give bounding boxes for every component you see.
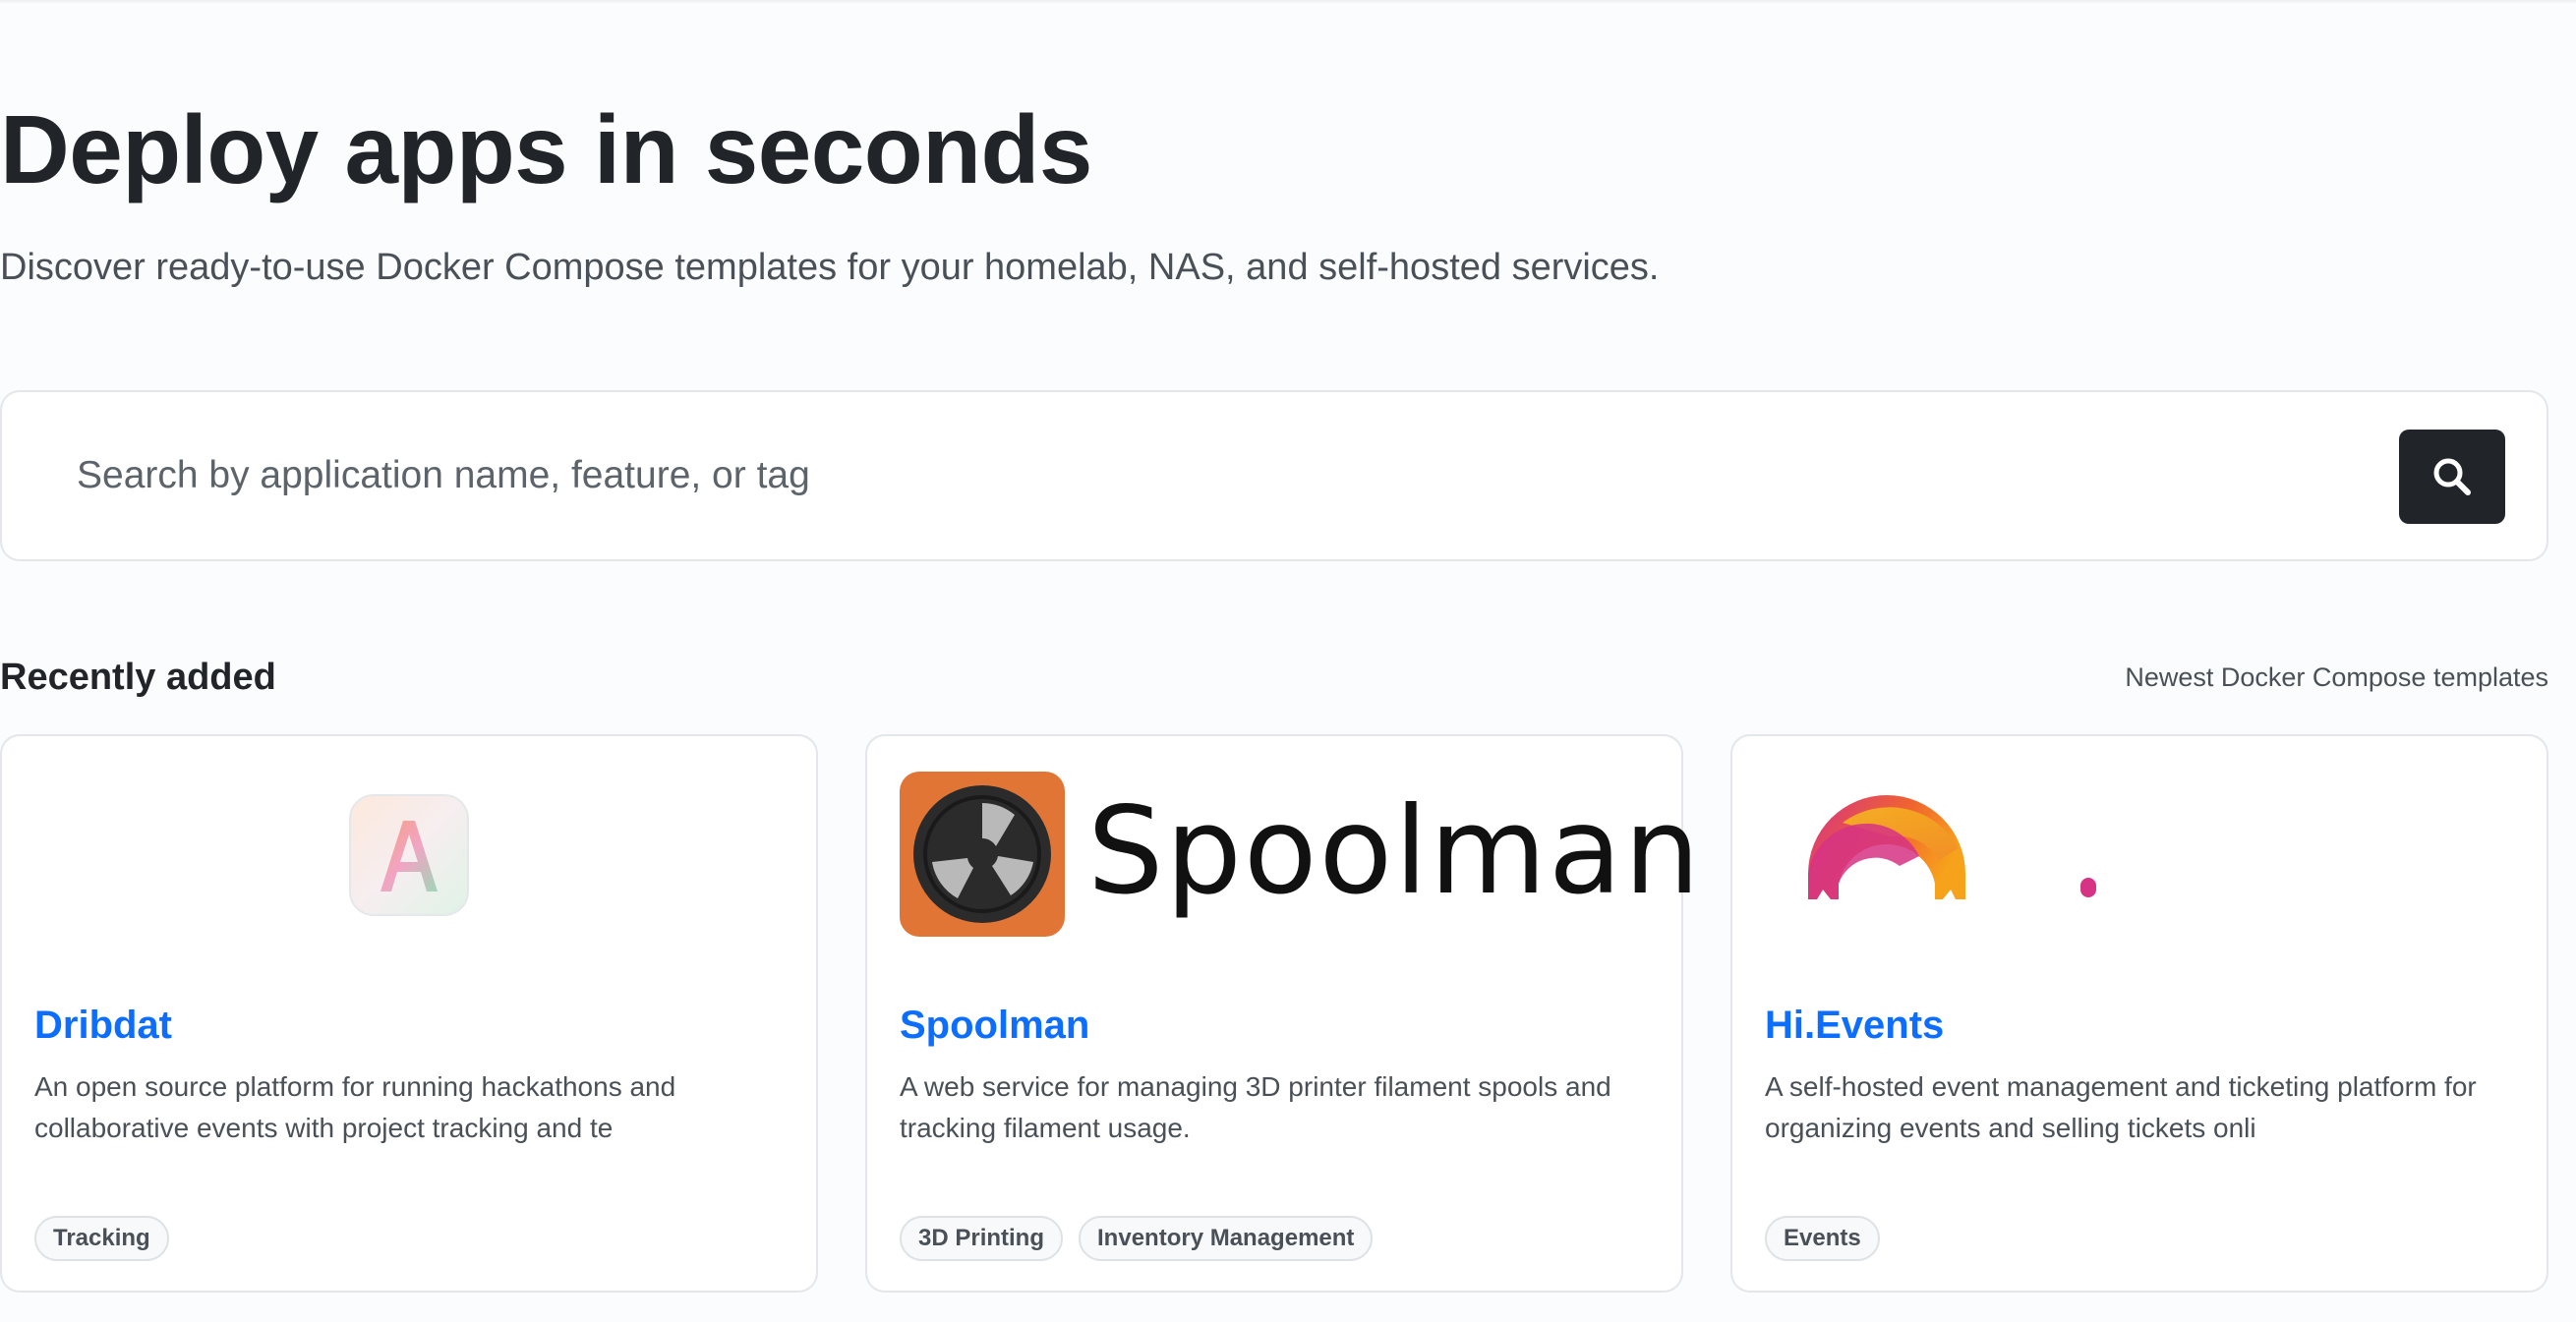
- card-tags: Tracking: [34, 1216, 169, 1261]
- tag[interactable]: Inventory Management: [1079, 1216, 1374, 1261]
- hi-events-logo: [1732, 736, 2547, 982]
- tag[interactable]: Tracking: [34, 1216, 169, 1261]
- hero-title: Deploy apps in seconds: [0, 95, 1092, 203]
- tag[interactable]: Events: [1765, 1216, 1880, 1261]
- dribdat-logo: [2, 736, 816, 982]
- hero-subtitle: Discover ready-to-use Docker Compose tem…: [0, 247, 1660, 288]
- card-title[interactable]: Dribdat: [34, 1004, 172, 1048]
- card-tags: Events: [1765, 1216, 1880, 1261]
- page: Deploy apps in seconds Discover ready-to…: [0, 0, 2576, 1322]
- card-description: An open source platform for running hack…: [34, 1071, 676, 1143]
- card-description: A web service for managing 3D printer fi…: [900, 1071, 1611, 1143]
- search-icon: [2433, 458, 2471, 495]
- search-input[interactable]: [77, 441, 2338, 510]
- tag[interactable]: 3D Printing: [900, 1216, 1064, 1261]
- template-card-hi-events[interactable]: Hi.Events A self-hosted event management…: [1730, 734, 2548, 1293]
- template-card-dribdat[interactable]: Dribdat An open source platform for runn…: [0, 734, 818, 1293]
- card-description: A self-hosted event management and ticke…: [1765, 1071, 2477, 1143]
- recently-added-title: Recently added: [0, 657, 276, 698]
- card-title[interactable]: Spoolman: [900, 1004, 1089, 1048]
- spoolman-logo-wordmark: Spoolman: [1087, 781, 1702, 921]
- card-title[interactable]: Hi.Events: [1765, 1004, 1944, 1048]
- search-box: [0, 390, 2548, 561]
- card-tags: 3D Printing Inventory Management: [900, 1216, 1374, 1261]
- search-button[interactable]: [2399, 430, 2505, 524]
- newest-templates-link[interactable]: Newest Docker Compose templates: [2125, 662, 2548, 693]
